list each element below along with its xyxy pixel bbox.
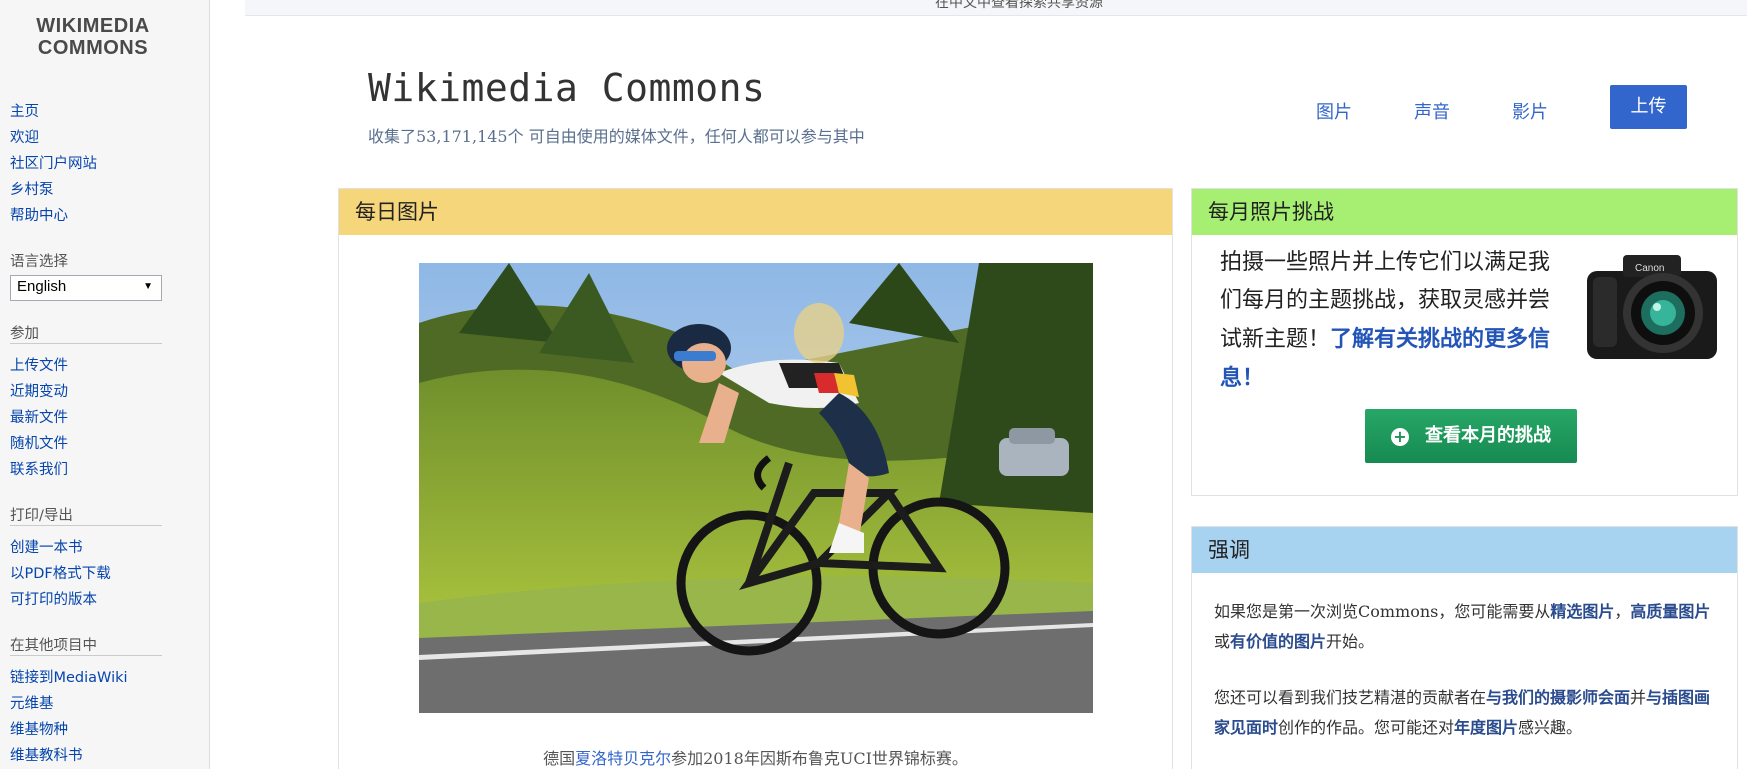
page-subtitle: 收集了53,171,145个 可自由使用的媒体文件，任何人都可以参与其中 bbox=[368, 127, 865, 146]
meet-photographers-link[interactable]: 与我们的摄影师会面 bbox=[1486, 688, 1630, 707]
language-heading: 语言选择 bbox=[10, 254, 68, 270]
sidebar-item-download-pdf[interactable]: 以PDF格式下载 bbox=[10, 562, 111, 583]
plus-icon: + bbox=[1391, 428, 1409, 446]
potd-caption: 德国夏洛特贝克尔参加2018年因斯布鲁克UCI世界锦标赛。 bbox=[339, 745, 1172, 769]
page-title: Wikimedia Commons bbox=[368, 66, 766, 110]
hl-text: 开始。 bbox=[1326, 632, 1375, 651]
divider bbox=[10, 343, 162, 344]
valued-images-link[interactable]: 有价值的图片 bbox=[1230, 632, 1326, 651]
nav-images-link[interactable]: 图片 bbox=[1316, 98, 1352, 124]
dropdown-arrow-icon: ▼ bbox=[143, 281, 153, 292]
picture-of-the-day-panel: 每日图片 德国夏洛特贝克尔参加2018年因斯布鲁克UCI世界锦标赛。 bbox=[338, 188, 1173, 769]
highlights-paragraph-2: 您还可以看到我们技艺精湛的贡献者在与我们的摄影师会面并与插图画家见面时创作的作品… bbox=[1214, 683, 1719, 743]
sidebar-item-help-center[interactable]: 帮助中心 bbox=[10, 204, 68, 225]
potd-image[interactable] bbox=[419, 263, 1093, 713]
sidebar-item-printable-version[interactable]: 可打印的版本 bbox=[10, 588, 97, 609]
hl-text: ， bbox=[1614, 602, 1631, 621]
logo-line-1: WIKIMEDIA bbox=[36, 15, 150, 37]
hl-text: 如果您是第一次浏览Commons，您可能需要从 bbox=[1214, 602, 1551, 621]
highlights-panel: 强调 如果您是第一次浏览Commons，您可能需要从精选图片，高质量图片或有价值… bbox=[1191, 526, 1738, 769]
sidebar: WIKIMEDIA COMMONS 主页 欢迎 社区门户网站 乡村泵 帮助中心 … bbox=[0, 0, 210, 769]
top-banner[interactable]: 在中文中查看探索共享资源 bbox=[245, 0, 1747, 16]
view-challenge-button[interactable]: + 查看本月的挑战 bbox=[1365, 409, 1577, 463]
logo-line-2: COMMONS bbox=[37, 37, 149, 59]
upload-button[interactable]: 上传 bbox=[1610, 85, 1687, 129]
sidebar-item-village-pump[interactable]: 乡村泵 bbox=[10, 178, 54, 199]
challenge-heading: 每月照片挑战 bbox=[1192, 189, 1737, 235]
potd-heading: 每日图片 bbox=[339, 189, 1172, 235]
language-select-value: English bbox=[17, 278, 67, 295]
sidebar-item-community-portal[interactable]: 社区门户网站 bbox=[10, 152, 97, 173]
sidebar-item-latest-files[interactable]: 最新文件 bbox=[10, 406, 68, 427]
highlights-paragraph-1: 如果您是第一次浏览Commons，您可能需要从精选图片，高质量图片或有价值的图片… bbox=[1214, 597, 1719, 657]
challenge-description: 拍摄一些照片并上传它们以满足我们每月的主题挑战，获取灵感并尝试新主题！了解有关挑… bbox=[1220, 244, 1570, 398]
quality-images-link[interactable]: 高质量图片 bbox=[1630, 602, 1710, 621]
hl-text: 并 bbox=[1630, 688, 1647, 707]
nav-sounds-link[interactable]: 声音 bbox=[1414, 98, 1450, 124]
divider bbox=[10, 655, 162, 656]
sidebar-item-create-book[interactable]: 创建一本书 bbox=[10, 536, 83, 557]
caption-athlete-link[interactable]: 夏洛特贝克尔 bbox=[575, 749, 671, 768]
participate-heading: 参加 bbox=[10, 326, 39, 342]
sidebar-item-wikispecies[interactable]: 维基物种 bbox=[10, 718, 68, 739]
wikimedia-commons-logo[interactable]: WIKIMEDIA COMMONS bbox=[18, 0, 168, 59]
language-select[interactable]: English ▼ bbox=[10, 275, 162, 301]
hl-text: 感兴趣。 bbox=[1518, 718, 1583, 737]
camera-brand-text: Canon bbox=[1635, 263, 1664, 274]
sidebar-item-welcome[interactable]: 欢迎 bbox=[10, 126, 39, 147]
sidebar-item-contact-us[interactable]: 联系我们 bbox=[10, 458, 68, 479]
sidebar-item-wikibooks[interactable]: 维基教科书 bbox=[10, 744, 83, 765]
highlights-heading: 强调 bbox=[1192, 527, 1737, 573]
view-challenge-label: 查看本月的挑战 bbox=[1425, 425, 1551, 446]
picture-of-the-year-link[interactable]: 年度图片 bbox=[1454, 718, 1518, 737]
caption-text: 参加2018年因斯布鲁克UCI世界锦标赛。 bbox=[671, 749, 968, 768]
sidebar-item-main-page[interactable]: 主页 bbox=[10, 100, 39, 121]
caption-text: 德国 bbox=[543, 749, 576, 768]
monthly-challenge-panel: 每月照片挑战 拍摄一些照片并上传它们以满足我们每月的主题挑战，获取灵感并尝试新主… bbox=[1191, 188, 1738, 496]
sidebar-item-recent-changes[interactable]: 近期变动 bbox=[10, 380, 68, 401]
hl-text: 或 bbox=[1214, 632, 1231, 651]
other-projects-heading: 在其他项目中 bbox=[10, 638, 97, 654]
print-export-heading: 打印/导出 bbox=[10, 508, 73, 524]
sidebar-item-meta-wiki[interactable]: 元维基 bbox=[10, 692, 54, 713]
sidebar-item-mediawiki[interactable]: 链接到MediaWiki bbox=[10, 666, 128, 687]
nav-videos-link[interactable]: 影片 bbox=[1512, 98, 1548, 124]
sidebar-item-upload-file[interactable]: 上传文件 bbox=[10, 354, 68, 375]
featured-pictures-link[interactable]: 精选图片 bbox=[1550, 602, 1614, 621]
sidebar-item-random-file[interactable]: 随机文件 bbox=[10, 432, 68, 453]
divider bbox=[10, 525, 162, 526]
camera-icon: Canon bbox=[1585, 241, 1723, 363]
hl-text: 创作的作品。您可能还对 bbox=[1278, 718, 1455, 737]
hl-text: 您还可以看到我们技艺精湛的贡献者在 bbox=[1214, 688, 1487, 707]
banner-text: 在中文中查看探索共享资源 bbox=[935, 0, 1103, 11]
